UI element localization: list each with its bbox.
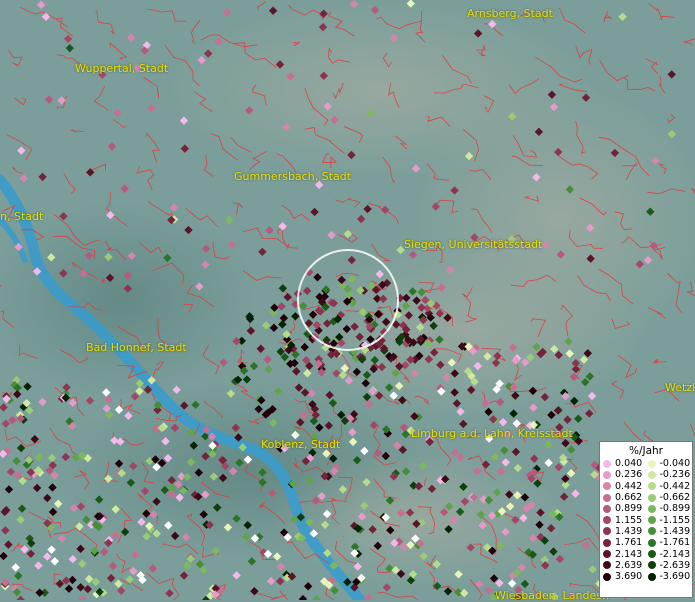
legend-swatch xyxy=(647,561,656,570)
legend-swatch xyxy=(603,550,611,559)
legend-entry: -2.639 xyxy=(647,559,693,571)
legend-swatch xyxy=(647,527,656,536)
legend-entry: 3.690 xyxy=(603,571,648,582)
legend-swatch xyxy=(603,504,611,513)
legend-swatch xyxy=(603,572,611,581)
legend-swatch xyxy=(603,538,611,547)
city-label-wuppertal: Wuppertal, Stadt xyxy=(75,62,169,75)
city-label-gummersbach: Gummersbach, Stadt xyxy=(234,170,352,183)
legend-value: 0.662 xyxy=(615,492,643,504)
legend-value: 0.236 xyxy=(615,469,643,481)
legend-entry: -1.155 xyxy=(647,514,693,526)
legend-swatch xyxy=(647,482,656,491)
legend-swatch xyxy=(647,538,656,547)
map-canvas[interactable] xyxy=(0,0,695,600)
legend-negative-column: -0.040 -0.236 -0.442 -0.662 -0.899 -1.155 -1.4… xyxy=(647,458,693,583)
legend-value: -0.899 xyxy=(659,503,691,515)
legend-entry: 0.236 xyxy=(603,469,648,480)
legend-entry: -0.899 xyxy=(647,503,693,515)
city-label-limburg: Limburg a.d. Lahn, Kreisstadt xyxy=(411,427,573,440)
legend-entry: -0.236 xyxy=(647,469,693,481)
city-label-wetzlar: Wetzla xyxy=(665,381,695,394)
legend-value: 3.690 xyxy=(615,571,643,583)
legend-swatch xyxy=(603,470,611,479)
legend-swatch xyxy=(603,561,611,570)
legend-entry: 2.143 xyxy=(603,548,648,560)
legend-value: -0.040 xyxy=(659,458,691,470)
legend-swatch xyxy=(647,459,656,468)
city-label-wiesbaden: Wiesbaden, Landesh xyxy=(495,589,609,602)
legend-swatch xyxy=(647,470,656,479)
city-label-siegen: Siegen, Universitätsstadt xyxy=(404,238,543,251)
legend-value: 0.442 xyxy=(615,480,643,492)
legend-entry: -1.761 xyxy=(647,537,693,549)
legend-swatch xyxy=(603,527,611,536)
city-label-koeln: n, Stadt xyxy=(0,210,44,223)
legend-value: 0.040 xyxy=(615,458,643,470)
legend-swatch xyxy=(603,516,611,525)
legend-value: 2.639 xyxy=(615,559,643,571)
legend-entry: 0.899 xyxy=(603,503,648,514)
legend-entry: 1.155 xyxy=(603,514,648,526)
legend-swatch xyxy=(647,516,656,525)
legend-value: 1.761 xyxy=(615,537,643,549)
legend-swatch xyxy=(647,550,656,559)
city-label-arnsberg: Arnsberg, Stadt xyxy=(467,7,553,20)
legend-value: -1.761 xyxy=(659,537,691,549)
legend-entry: 0.040 xyxy=(603,458,648,469)
city-label-bad-honnef: Bad Honnef, Stadt xyxy=(86,341,187,354)
legend-entry: -2.143 xyxy=(647,548,693,560)
legend-entry: -0.442 xyxy=(647,480,693,492)
legend-entry: -0.662 xyxy=(647,492,693,504)
legend-value: -0.442 xyxy=(659,480,691,492)
legend-value: 2.143 xyxy=(615,548,643,560)
legend-value: -2.639 xyxy=(659,559,691,571)
legend-value: -2.143 xyxy=(659,548,691,560)
legend-value: -0.236 xyxy=(659,469,691,481)
legend-entry: 0.662 xyxy=(603,492,648,503)
city-label-koblenz: Koblenz, Stadt xyxy=(261,438,341,451)
legend-value: -1.155 xyxy=(659,514,691,526)
legend-swatch xyxy=(603,482,611,491)
legend-entry: 0.442 xyxy=(603,481,648,492)
legend-entry: -0.040 xyxy=(647,458,693,470)
legend-value: 1.155 xyxy=(615,514,643,526)
legend-entry: 2.639 xyxy=(603,560,648,571)
legend-swatch xyxy=(647,493,656,502)
legend-swatch xyxy=(647,572,656,581)
legend-swatch xyxy=(647,504,656,513)
legend-panel: %/Jahr 0.040 0.236 0.442 0.662 0.899 1.155 1.4… xyxy=(599,441,693,598)
legend-swatch xyxy=(603,493,611,502)
legend-entry: -1.439 xyxy=(647,525,693,537)
legend-positive-column: 0.040 0.236 0.442 0.662 0.899 1.155 1.439 1.761… xyxy=(603,458,648,582)
legend-value: 1.439 xyxy=(615,525,643,537)
legend-entry: 1.761 xyxy=(603,537,648,548)
legend-value: -3.690 xyxy=(659,571,691,583)
legend-value: 0.899 xyxy=(615,503,643,515)
legend-value: -0.662 xyxy=(659,492,691,504)
legend-value: -1.439 xyxy=(659,525,691,537)
legend-entry: -3.690 xyxy=(647,571,693,583)
legend-swatch xyxy=(603,459,611,468)
legend-entry: 1.439 xyxy=(603,526,648,537)
legend-title: %/Jahr xyxy=(628,445,664,457)
